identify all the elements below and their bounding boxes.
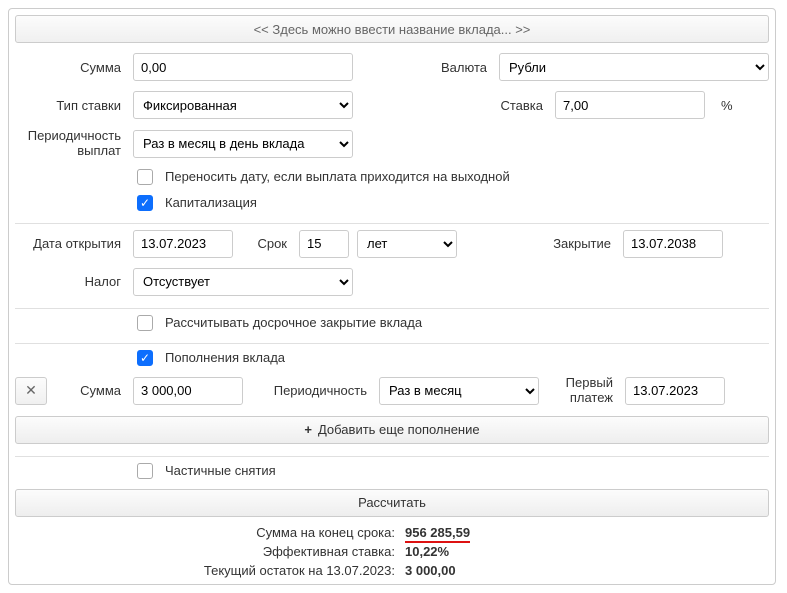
tax-select[interactable]: Отсуствует (133, 268, 353, 296)
label-topup-sum: Сумма (55, 383, 125, 398)
results-block: Сумма на конец срока: 956 285,59 Эффекти… (15, 525, 769, 578)
add-topup-button[interactable]: + Добавить еще пополнение (15, 416, 769, 444)
partial-withdrawals-checkbox[interactable]: ✓ (137, 463, 153, 479)
first-payment-input[interactable] (625, 377, 725, 405)
divider (15, 223, 769, 224)
add-topup-label: Добавить еще пополнение (318, 422, 480, 437)
label-rate: Ставка (361, 98, 547, 113)
topup-sum-input[interactable] (133, 377, 243, 405)
deposit-calculator-panel: Сумма Валюта Рубли Тип ставки Фиксирован… (8, 8, 776, 585)
deposit-name-input[interactable] (15, 15, 769, 43)
currency-select[interactable]: Рубли (499, 53, 769, 81)
calculate-button[interactable]: Рассчитать (15, 489, 769, 517)
end-sum-label: Сумма на конец срока: (15, 525, 405, 540)
label-carry-date: Переносить дату, если выплата приходится… (165, 169, 510, 184)
eff-rate-value: 10,22% (405, 544, 449, 559)
early-close-checkbox[interactable]: ✓ (137, 315, 153, 331)
topups-checkbox[interactable]: ✓ (137, 350, 153, 366)
label-tax: Налог (15, 274, 125, 289)
payout-freq-select[interactable]: Раз в месяц в день вклада (133, 130, 353, 158)
label-periodicity: Периодичность (251, 383, 371, 398)
label-partial-withdrawals: Частичные снятия (165, 463, 276, 478)
end-sum-value: 956 285,59 (405, 525, 470, 543)
closing-input[interactable] (623, 230, 723, 258)
divider (15, 308, 769, 309)
label-closing: Закрытие (465, 236, 615, 251)
plus-icon: + (304, 422, 312, 437)
open-date-input[interactable] (133, 230, 233, 258)
close-icon: ✕ (25, 382, 37, 399)
remove-topup-button[interactable]: ✕ (15, 377, 47, 405)
label-capitalization: Капитализация (165, 195, 257, 210)
label-first-payment: Первый платеж (547, 376, 617, 406)
label-term: Срок (241, 236, 291, 251)
topup-periodicity-select[interactable]: Раз в месяц (379, 377, 539, 405)
divider (15, 456, 769, 457)
capitalization-checkbox[interactable]: ✓ (137, 195, 153, 211)
rate-type-select[interactable]: Фиксированная (133, 91, 353, 119)
label-sum: Сумма (15, 60, 125, 75)
term-value-input[interactable] (299, 230, 349, 258)
label-rate-type: Тип ставки (15, 98, 125, 113)
percent-sign: % (713, 98, 733, 113)
label-currency: Валюта (361, 60, 491, 75)
label-early-close: Рассчитывать досрочное закрытие вклада (165, 315, 422, 330)
carry-date-checkbox[interactable]: ✓ (137, 169, 153, 185)
rate-input[interactable] (555, 91, 705, 119)
label-payout-freq: Периодичность выплат (15, 129, 125, 159)
label-topups: Пополнения вклада (165, 350, 285, 365)
label-open-date: Дата открытия (15, 236, 125, 251)
divider (15, 343, 769, 344)
calculate-label: Рассчитать (358, 495, 426, 510)
eff-rate-label: Эффективная ставка: (15, 544, 405, 559)
sum-input[interactable] (133, 53, 353, 81)
term-unit-select[interactable]: лет (357, 230, 457, 258)
